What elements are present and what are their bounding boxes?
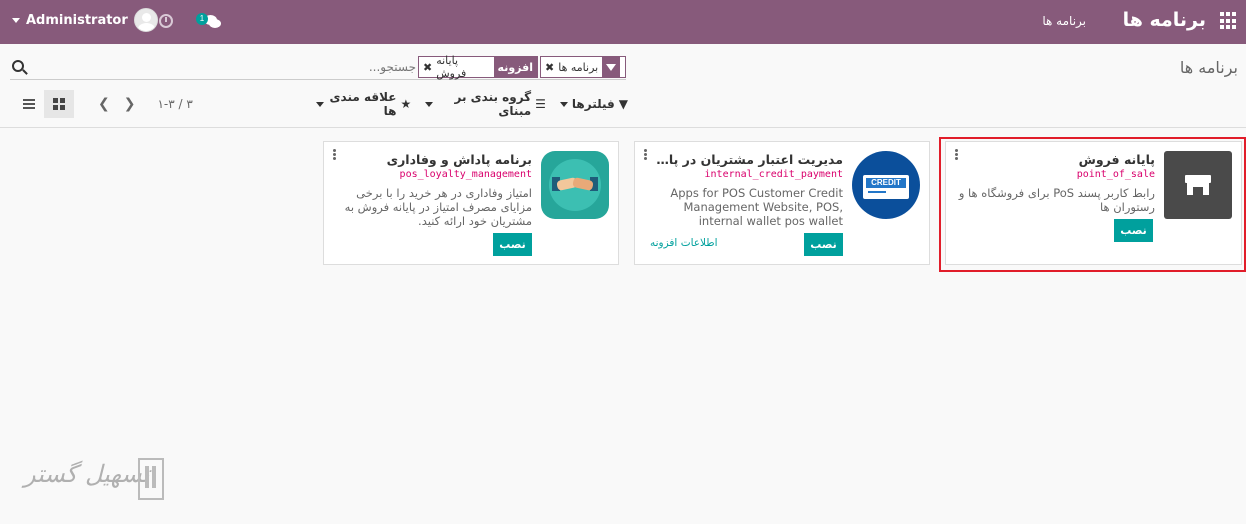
kanban-view-button[interactable] <box>44 90 74 118</box>
handshake-icon <box>541 151 609 219</box>
navbar-brand[interactable]: برنامه ها <box>1123 9 1206 31</box>
list-view-icon <box>23 99 35 109</box>
credit-card-icon: CREDIT <box>852 151 920 219</box>
navbar-menu-apps[interactable]: برنامه ها <box>1042 14 1086 28</box>
kanban-view-icon <box>53 98 65 110</box>
search-bar: ✖ برنامه ها ✖ پایانه فروش افزونه <box>10 54 626 80</box>
chat-badge: 1 <box>196 13 208 25</box>
view-switcher <box>14 90 74 118</box>
watermark-text: تسهیل گستر <box>24 460 150 488</box>
app-description: Apps for POS Customer Credit Management … <box>670 186 843 228</box>
watermark-logo-icon <box>138 458 164 500</box>
caret-down-icon <box>559 101 568 107</box>
groupby-button[interactable]: ☰ گروه بندی بر مبنای <box>425 90 546 118</box>
breadcrumb: برنامه ها <box>1179 58 1238 77</box>
filter-icon: ▼ <box>618 97 628 111</box>
kebab-menu-icon[interactable] <box>333 149 336 160</box>
star-icon: ★ <box>400 97 412 111</box>
highlight-box <box>939 137 1246 272</box>
search-facet-module: ✖ پایانه فروش افزونه <box>418 54 538 80</box>
pager: ❮ ❯ ۱-۳ / ۳ <box>98 96 194 112</box>
filters-button[interactable]: ▼ فیلترها <box>559 94 628 114</box>
searchview-buttons: ▼ فیلترها ☰ گروه بندی بر مبنای ★ علاقه م… <box>316 90 628 118</box>
facet-label: افزونه <box>493 57 537 77</box>
app-title: مدیریت اعتبار مشتریان در پایانه ... <box>653 152 843 167</box>
caret-down-icon <box>12 17 20 23</box>
pager-value[interactable]: ۱-۳ / ۳ <box>157 97 192 111</box>
user-menu[interactable]: Administrator <box>12 8 158 32</box>
app-description: امتیاز وفاداری در هر خرید را با برخی مزا… <box>344 186 532 228</box>
caret-down-icon <box>425 101 434 107</box>
search-facet-category: ✖ برنامه ها <box>540 56 626 78</box>
pager-next-icon[interactable]: ❯ <box>124 96 136 112</box>
facet-remove-icon[interactable]: ✖ <box>423 61 432 74</box>
search-input[interactable] <box>296 58 416 76</box>
install-button[interactable]: نصب <box>804 233 843 256</box>
install-button[interactable]: نصب <box>493 233 532 256</box>
top-navbar: برنامه ها برنامه ها Administrator 1 <box>0 0 1246 44</box>
app-technical-name: internal_credit_payment <box>704 169 843 180</box>
facet-value: برنامه ها <box>558 60 599 74</box>
grid-apps-icon[interactable] <box>1220 12 1238 30</box>
app-card-loyalty[interactable]: برنامه پاداش و وفاداری pos_loyalty_manag… <box>323 141 619 265</box>
pager-previous-icon[interactable]: ❮ <box>98 96 110 112</box>
kebab-menu-icon[interactable] <box>644 149 647 160</box>
bars-icon: ☰ <box>535 97 546 111</box>
credit-icon-text: CREDIT <box>866 178 906 188</box>
clock-icon[interactable] <box>159 14 173 28</box>
chat-bubbles-icon[interactable]: 1 <box>196 11 224 31</box>
app-technical-name: pos_loyalty_management <box>399 169 532 180</box>
watermark: تسهیل گستر <box>24 456 164 504</box>
divider <box>0 127 1246 128</box>
user-name: Administrator <box>26 12 128 28</box>
favorites-button[interactable]: ★ علاقه مندی ها <box>316 90 412 118</box>
app-card-internal-credit[interactable]: CREDIT مدیریت اعتبار مشتریان در پایانه .… <box>634 141 930 265</box>
caret-down-icon <box>316 101 324 107</box>
learn-more-link[interactable]: اطلاعات افزونه <box>650 237 718 249</box>
app-title: برنامه پاداش و وفاداری <box>386 152 532 167</box>
list-view-button[interactable] <box>14 90 44 118</box>
filter-icon <box>602 57 621 77</box>
avatar <box>133 8 158 32</box>
facet-remove-icon[interactable]: ✖ <box>545 61 554 74</box>
search-icon[interactable] <box>12 60 24 72</box>
facet-value: پایانه فروش <box>436 54 467 80</box>
